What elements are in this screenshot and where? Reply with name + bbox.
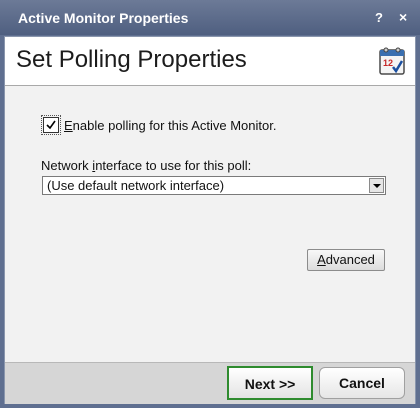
dialog-window: Active Monitor Properties ? × Set Pollin…: [0, 0, 420, 408]
cancel-button[interactable]: Cancel: [319, 367, 405, 399]
calendar-day-text: 12: [383, 58, 393, 68]
page-title: Set Polling Properties: [16, 46, 247, 73]
page-header: Set Polling Properties 12: [5, 37, 415, 86]
enable-polling-label[interactable]: Enable polling for this Active Monitor.: [64, 118, 276, 133]
next-button[interactable]: Next >>: [227, 366, 313, 400]
advanced-button[interactable]: Advanced: [307, 249, 385, 271]
network-interface-select[interactable]: (Use default network interface): [42, 176, 386, 195]
window-title: Active Monitor Properties: [18, 10, 189, 26]
close-button[interactable]: ×: [399, 9, 407, 25]
network-interface-label: Network interface to use for this poll:: [41, 158, 252, 173]
title-bar[interactable]: Active Monitor Properties ? ×: [0, 0, 420, 35]
dialog-client-area: Set Polling Properties 12 Enable polling…: [4, 36, 416, 404]
calendar-icon: 12: [379, 47, 405, 75]
chevron-down-icon[interactable]: [369, 178, 384, 193]
checkmark-icon: [46, 120, 56, 130]
enable-polling-checkbox[interactable]: [41, 115, 61, 135]
button-bar: Next >> Cancel: [5, 362, 415, 404]
help-button[interactable]: ?: [375, 10, 383, 25]
network-interface-value: (Use default network interface): [47, 178, 225, 193]
